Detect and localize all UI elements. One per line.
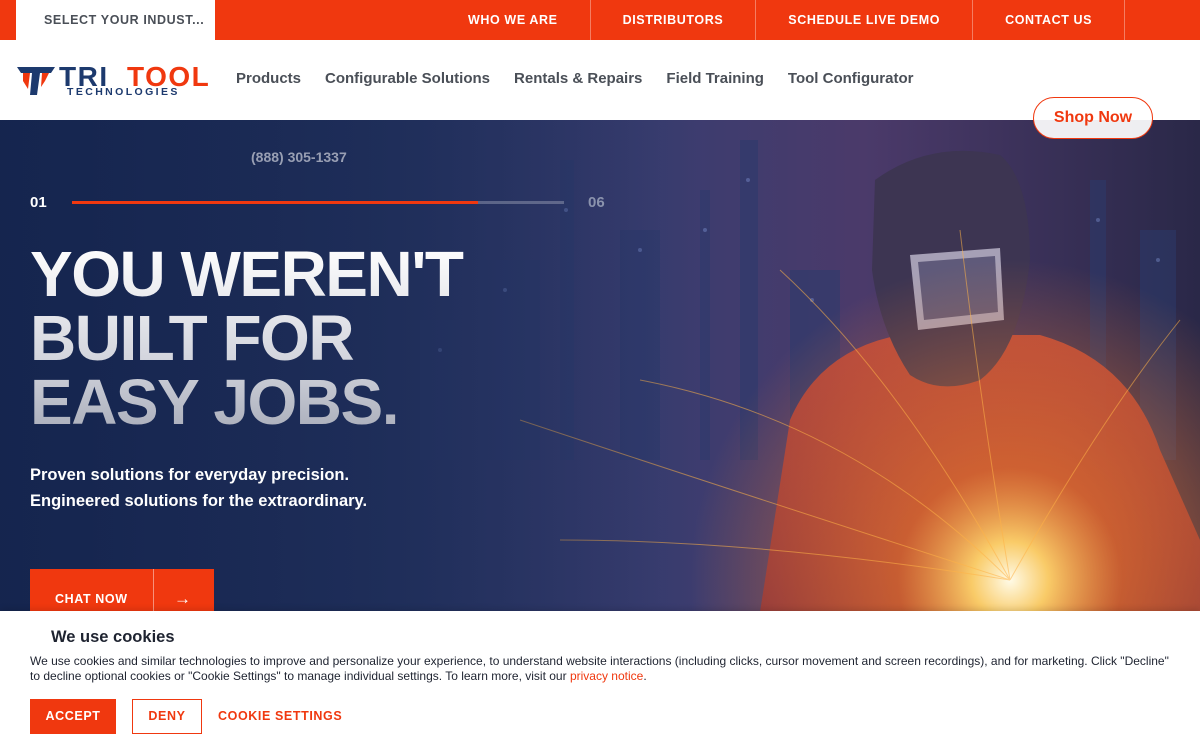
nav-item-tool-configurator[interactable]: Tool Configurator (788, 70, 914, 87)
headline-line-1: YOU WEREN'T (30, 238, 463, 310)
shop-now-button[interactable]: Shop Now (1033, 97, 1153, 139)
slide-progress-fill (72, 201, 478, 204)
cookie-title: We use cookies (51, 628, 175, 646)
nav-item-field-training[interactable]: Field Training (666, 70, 764, 87)
nav-item-products[interactable]: Products (236, 70, 301, 87)
nav-item-rentals-repairs[interactable]: Rentals & Repairs (514, 70, 642, 87)
logo-mark-icon (17, 67, 55, 95)
cookie-banner: We use cookies We use cookies and simila… (0, 611, 1200, 750)
logo[interactable]: TRI TOOL TECHNOLOGIES (15, 61, 227, 99)
contact-us-link[interactable]: CONTACT US (973, 0, 1126, 40)
distributors-link[interactable]: DISTRIBUTORS (591, 0, 757, 40)
hero-headline: YOU WEREN'T BUILT FOR EASY JOBS. (30, 242, 590, 434)
headline-line-2: BUILT FOR (30, 302, 354, 374)
slide-total-number: 06 (588, 194, 605, 211)
accept-cookies-button[interactable]: ACCEPT (30, 699, 116, 734)
cookie-description: We use cookies and similar technologies … (30, 654, 1175, 684)
industry-select[interactable]: SELECT YOUR INDUST... (16, 0, 215, 40)
main-nav: Products Configurable Solutions Rentals … (236, 70, 913, 87)
slide-current-number: 01 (30, 194, 47, 211)
chat-now-button[interactable]: CHAT NOW → (30, 569, 214, 612)
who-we-are-link[interactable]: WHO WE ARE (436, 0, 591, 40)
phone-number[interactable]: (888) 305-1337 (251, 149, 347, 165)
deny-cookies-button[interactable]: DENY (132, 699, 202, 734)
nav-item-configurable-solutions[interactable]: Configurable Solutions (325, 70, 490, 87)
subline-2: Engineered solutions for the extraordina… (30, 492, 368, 510)
cookie-settings-button[interactable]: COOKIE SETTINGS (218, 709, 342, 723)
slide-progress-bar[interactable] (72, 201, 564, 204)
site-header: TRI TOOL TECHNOLOGIES Products Configura… (0, 40, 1200, 120)
logo-tagline: TECHNOLOGIES (67, 86, 180, 98)
hero-section: (888) 305-1337 01 06 YOU WEREN'T BUILT F… (0, 120, 1200, 612)
utility-bar: SELECT YOUR INDUST... WHO WE ARE DISTRIB… (0, 0, 1200, 40)
subline-1: Proven solutions for everyday precision. (30, 466, 350, 484)
hero-subheadline: Proven solutions for everyday precision.… (30, 462, 367, 514)
headline-line-3: EASY JOBS. (30, 366, 398, 438)
schedule-demo-link[interactable]: SCHEDULE LIVE DEMO (756, 0, 974, 40)
chat-now-label: CHAT NOW (55, 592, 128, 606)
utility-links: WHO WE ARE DISTRIBUTORS SCHEDULE LIVE DE… (436, 0, 1126, 40)
privacy-notice-link[interactable]: privacy notice (570, 669, 643, 683)
arrow-right-icon: → (174, 589, 191, 608)
cookie-text-end: . (643, 669, 647, 683)
chat-button-divider (153, 569, 154, 612)
